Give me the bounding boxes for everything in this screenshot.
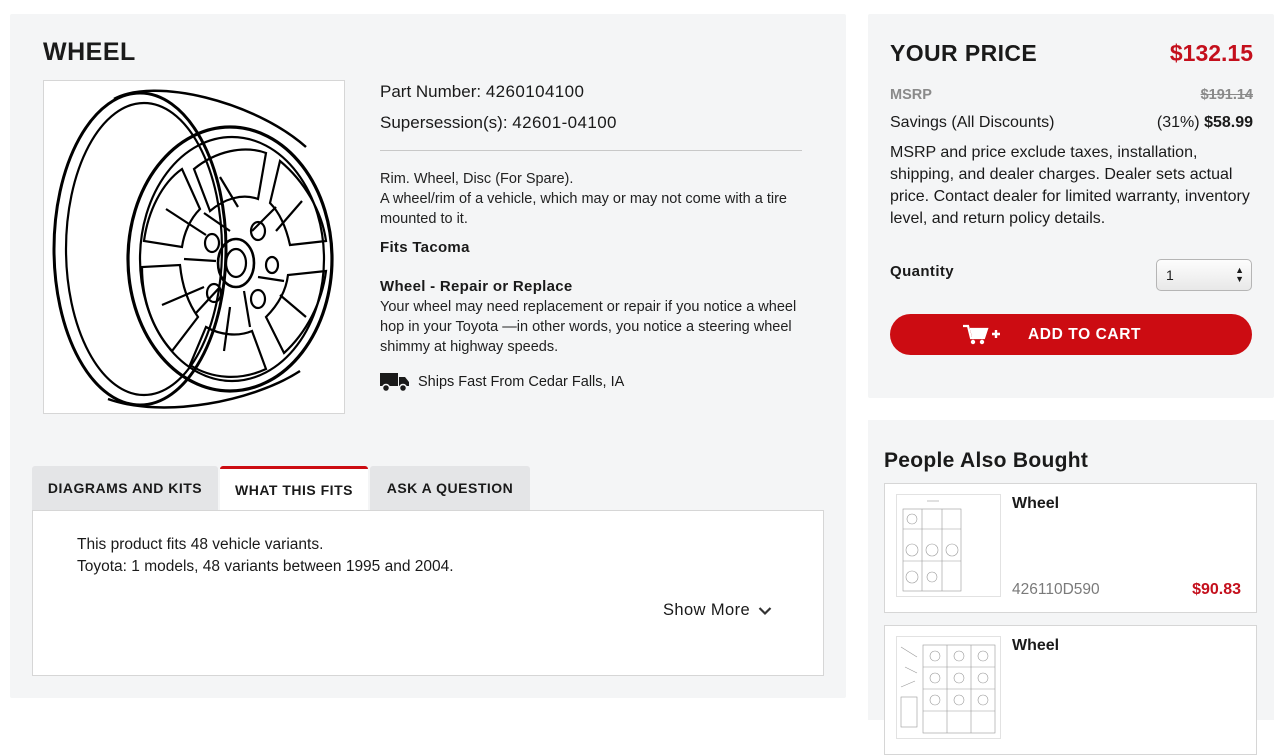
part-number-label: Part Number:	[380, 82, 482, 101]
savings-value: (31%) $58.99	[1157, 114, 1253, 132]
tab-ask-a-question[interactable]: ASK A QUESTION	[370, 466, 530, 510]
add-to-cart-label: ADD TO CART	[1028, 325, 1142, 343]
supersession-label: Supersession(s):	[380, 113, 508, 132]
chevron-down-icon	[758, 606, 772, 615]
description-line-1: Rim. Wheel, Disc (For Spare).	[380, 171, 574, 187]
product-panel: WHEEL Part Number: 4260104100 Supersessi…	[10, 14, 846, 698]
quantity-label: Quantity	[890, 263, 955, 280]
savings-percent: (31%)	[1156, 114, 1200, 131]
tab-what-this-fits[interactable]: WHAT THIS FITS	[220, 466, 368, 510]
your-price-label: YOUR PRICE	[890, 40, 1038, 66]
also-bought-item[interactable]: Wheel 426110D590 $90.83	[884, 483, 1257, 613]
also-bought-name[interactable]: Wheel	[1012, 637, 1059, 655]
people-also-bought-title: People Also Bought	[884, 449, 1089, 472]
fits-tab-panel: This product fits 48 vehicle variants. T…	[32, 510, 824, 676]
savings-amount: $58.99	[1204, 114, 1253, 131]
quantity-value: 1	[1166, 267, 1174, 283]
shipping-info: Ships Fast From Cedar Falls, IA	[380, 371, 802, 393]
msrp-value: $191.14	[1200, 87, 1253, 103]
product-description: Rim. Wheel, Disc (For Spare). A wheel/ri…	[380, 169, 802, 229]
product-title: WHEEL	[43, 38, 136, 66]
info-divider	[380, 150, 802, 151]
description-line-2: A wheel/rim of a vehicle, which may or m…	[380, 191, 787, 227]
show-more-label: Show More	[663, 601, 751, 619]
also-bought-item[interactable]: Wheel	[884, 625, 1257, 755]
product-image[interactable]	[43, 80, 345, 414]
tab-diagrams-and-kits[interactable]: DIAGRAMS AND KITS	[32, 466, 218, 510]
quantity-select[interactable]: 1 ▲ ▼	[1156, 259, 1252, 291]
select-arrows-icon: ▲ ▼	[1235, 265, 1244, 284]
product-tabs: DIAGRAMS AND KITS WHAT THIS FITS ASK A Q…	[32, 466, 532, 510]
add-to-cart-button[interactable]: ADD TO CART	[890, 314, 1252, 355]
shipping-text: Ships Fast From Cedar Falls, IA	[418, 374, 625, 390]
fits-summary: This product fits 48 vehicle variants.	[77, 536, 324, 553]
supersession-row: Supersession(s): 42601-04100	[380, 111, 802, 142]
truck-icon	[380, 373, 409, 393]
show-more-button[interactable]: Show More	[663, 601, 772, 620]
fits-vehicle: Fits Tacoma	[380, 239, 470, 256]
repair-text: Your wheel may need replacement or repai…	[380, 299, 797, 355]
people-also-bought-panel: People Also Bought Wheel 426110D590 $90.…	[868, 420, 1274, 755]
also-bought-thumbnail[interactable]	[896, 494, 1001, 597]
repair-title: Wheel - Repair or Replace	[380, 278, 573, 295]
also-bought-thumbnail[interactable]	[896, 636, 1001, 739]
also-bought-name[interactable]: Wheel	[1012, 495, 1059, 513]
cart-plus-icon	[963, 324, 1000, 344]
fits-variants: Toyota: 1 models, 48 variants between 19…	[77, 558, 454, 575]
part-number-row: Part Number: 4260104100	[380, 80, 802, 111]
your-price-value: $132.15	[1169, 40, 1253, 66]
supersession-value: 42601-04100	[512, 113, 617, 132]
msrp-label: MSRP	[890, 87, 932, 103]
price-disclaimer: MSRP and price exclude taxes, installati…	[890, 144, 1250, 227]
price-panel: YOUR PRICE $132.15 MSRP $191.14 Savings …	[868, 14, 1274, 398]
savings-label: Savings (All Discounts)	[890, 114, 1055, 131]
also-bought-part-number: 426110D590	[1012, 581, 1100, 598]
part-number-value: 4260104100	[485, 82, 585, 101]
also-bought-price: $90.83	[1192, 581, 1241, 598]
wheel-diagram-image	[52, 89, 334, 409]
